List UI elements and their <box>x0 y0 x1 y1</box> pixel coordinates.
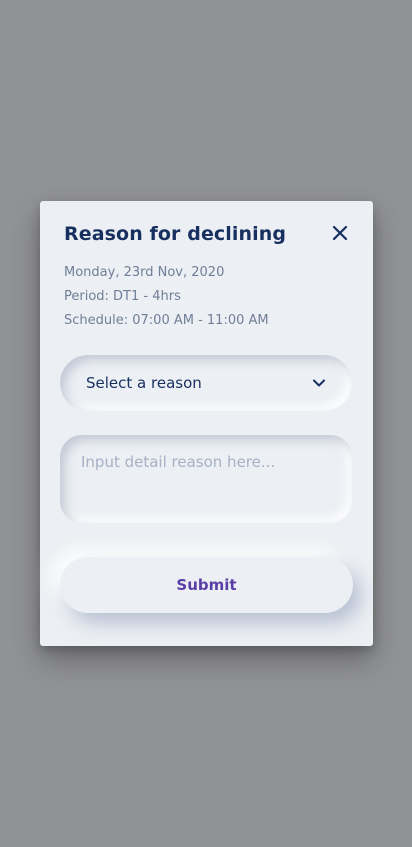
dialog-title: Reason for declining <box>64 223 287 245</box>
shift-info: Monday, 23rd Nov, 2020 Period: DT1 - 4hr… <box>64 261 269 333</box>
reason-select[interactable]: Select a reason <box>60 355 352 411</box>
reason-select-value: Select a reason <box>86 374 202 392</box>
shift-date: Monday, 23rd Nov, 2020 <box>64 265 225 280</box>
detail-reason-input[interactable] <box>60 435 352 523</box>
close-icon <box>332 225 348 241</box>
chevron-down-icon <box>313 379 325 387</box>
submit-button[interactable]: Submit <box>60 557 353 613</box>
shift-schedule: Schedule: 07:00 AM - 11:00 AM <box>64 313 269 328</box>
close-button[interactable] <box>328 221 352 245</box>
decline-reason-dialog: Reason for declining Monday, 23rd Nov, 2… <box>40 201 373 646</box>
shift-period: Period: DT1 - 4hrs <box>64 289 181 304</box>
